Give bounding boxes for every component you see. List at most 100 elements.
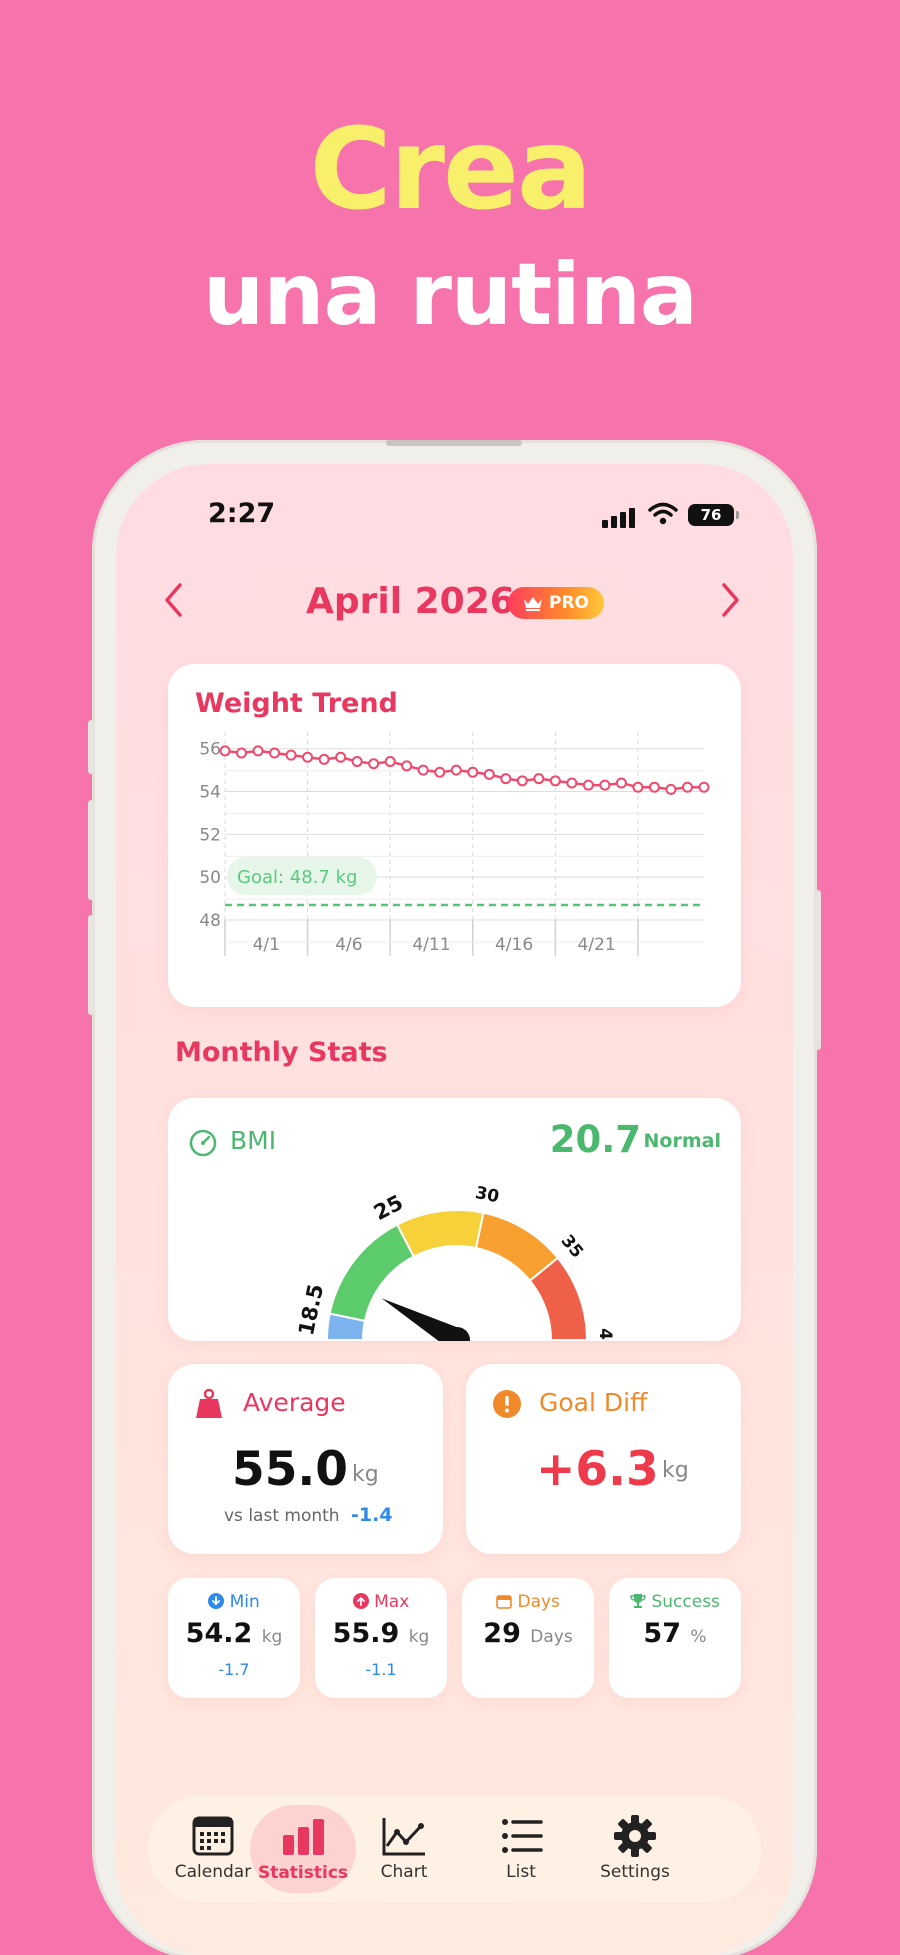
weight-point[interactable]: [483, 768, 495, 780]
success-card[interactable]: Success 57 %: [609, 1578, 741, 1698]
average-compare-label: vs last month: [224, 1506, 340, 1526]
goal-label: Goal: 48.7 kg: [237, 867, 357, 888]
phone-speaker: [386, 440, 522, 446]
weight-point[interactable]: [252, 745, 264, 757]
weight-point[interactable]: [681, 781, 693, 793]
gauge-tick-label: 35: [557, 1231, 587, 1262]
x-tick-label: 4/21: [578, 935, 616, 955]
weight-point[interactable]: [698, 781, 710, 793]
weight-point[interactable]: [384, 756, 396, 768]
bar-chart-icon: [283, 1819, 324, 1855]
goal-diff-card[interactable]: Goal Diff +6.3 kg: [466, 1364, 741, 1554]
tab-list-label: List: [506, 1862, 536, 1882]
weight-point[interactable]: [434, 766, 446, 778]
max-unit: kg: [408, 1627, 430, 1647]
min-label: Min: [229, 1592, 260, 1612]
phone-side-button: [88, 720, 94, 774]
headline-subtitle: una rutina: [203, 245, 698, 345]
weight-icon: [196, 1388, 222, 1418]
phone-side-button: [815, 890, 821, 1050]
crown-icon: [523, 597, 542, 611]
weight-point[interactable]: [401, 760, 413, 772]
pro-badge[interactable]: PRO: [508, 587, 604, 619]
weight-point[interactable]: [417, 764, 429, 776]
weight-point[interactable]: [599, 779, 611, 791]
days-label: Days: [517, 1592, 560, 1612]
gauge-segment-overweight: [395, 1209, 485, 1258]
min-card[interactable]: Min 54.2 kg -1.7: [168, 1578, 300, 1698]
gauge-tick-label: 40: [595, 1328, 615, 1341]
days-value-row: 29 Days: [462, 1618, 594, 1649]
weight-point[interactable]: [566, 777, 578, 789]
arrow-down-circle-icon: [208, 1593, 225, 1609]
x-tick-label: 4/16: [495, 935, 533, 955]
x-tick-label: 4/11: [412, 935, 450, 955]
next-month-button[interactable]: [720, 581, 742, 626]
weight-point[interactable]: [648, 781, 660, 793]
tab-chart[interactable]: Chart: [349, 1796, 459, 1902]
gauge-tick-label: 30: [473, 1183, 500, 1207]
phone-side-button: [88, 915, 94, 1015]
tab-bar: Calendar Statistics Chart List Settings: [148, 1796, 761, 1902]
average-label: Average: [243, 1388, 346, 1417]
phone-side-button: [88, 800, 94, 900]
max-label: Max: [374, 1592, 410, 1612]
success-unit: %: [690, 1627, 707, 1647]
weight-point[interactable]: [665, 783, 677, 795]
tab-settings-label: Settings: [600, 1862, 670, 1882]
success-value: 57: [643, 1618, 681, 1649]
y-tick-label: 48: [199, 911, 221, 931]
prev-month-button[interactable]: [162, 581, 184, 626]
calendar-icon: [496, 1595, 512, 1609]
gear-icon: [614, 1815, 656, 1857]
app-screen: 2:27 76 April 2026 PRO Weight Trend 56 54…: [116, 464, 793, 1955]
arrow-up-circle-icon: [352, 1593, 369, 1609]
weight-point[interactable]: [335, 751, 347, 763]
weight-point[interactable]: [615, 777, 627, 789]
tab-statistics-label: Statistics: [257, 1863, 349, 1883]
weight-point[interactable]: [582, 779, 594, 791]
weight-trend-chart: 56 54 52 50 48 4/1 4/6 4/11 4/16 4/21 Goal: 48.7 k…: [199, 732, 710, 956]
weight-point[interactable]: [236, 747, 248, 759]
average-card[interactable]: Average 55.0 kg vs last month -1.4: [168, 1364, 443, 1554]
days-card[interactable]: Days 29 Days: [462, 1578, 594, 1698]
weight-trend-card[interactable]: Weight Trend 56 54 52 50 48 4/1 4/6 4/11 4/16 4/2…: [168, 664, 741, 1007]
weight-point[interactable]: [632, 781, 644, 793]
chevron-right-icon: [722, 583, 739, 617]
tab-statistics[interactable]: Statistics: [250, 1805, 356, 1893]
average-value: 55.0: [232, 1442, 348, 1497]
goal-diff-unit: kg: [662, 1458, 689, 1483]
month-navigator: April 2026 PRO: [116, 577, 793, 627]
average-unit: kg: [352, 1462, 379, 1487]
weight-point[interactable]: [500, 773, 512, 785]
bmi-card[interactable]: BMI 20.7 Normal 18.5 25 30 35 40: [168, 1098, 741, 1341]
weight-point[interactable]: [450, 764, 462, 776]
min-delta: -1.7: [218, 1660, 250, 1679]
max-card[interactable]: Max 55.9 kg -1.1: [315, 1578, 447, 1698]
chevron-left-icon: [165, 583, 182, 617]
y-tick-label: 56: [199, 740, 221, 760]
weight-point[interactable]: [467, 766, 479, 778]
weight-point[interactable]: [368, 758, 380, 770]
pro-badge-label: PRO: [548, 593, 589, 613]
weight-point[interactable]: [351, 756, 363, 768]
bmi-status: Normal: [643, 1130, 721, 1152]
weight-point[interactable]: [219, 745, 231, 757]
battery-icon: 76: [688, 504, 739, 526]
weight-point[interactable]: [285, 749, 297, 761]
weight-point[interactable]: [302, 751, 314, 763]
weight-point[interactable]: [269, 747, 281, 759]
gauge-tick-label: 18.5: [294, 1282, 328, 1338]
x-tick-label: 4/1: [253, 935, 280, 955]
signal-icon: [602, 508, 635, 528]
goal-diff-label: Goal Diff: [539, 1388, 648, 1417]
y-tick-label: 52: [199, 825, 221, 845]
weight-point[interactable]: [516, 775, 528, 787]
weight-point[interactable]: [533, 773, 545, 785]
average-delta: -1.4: [351, 1504, 393, 1526]
success-label: Success: [651, 1592, 720, 1612]
weight-point[interactable]: [549, 775, 561, 787]
tab-list[interactable]: List: [466, 1796, 576, 1902]
weight-point[interactable]: [318, 753, 330, 765]
tab-settings[interactable]: Settings: [580, 1796, 690, 1902]
